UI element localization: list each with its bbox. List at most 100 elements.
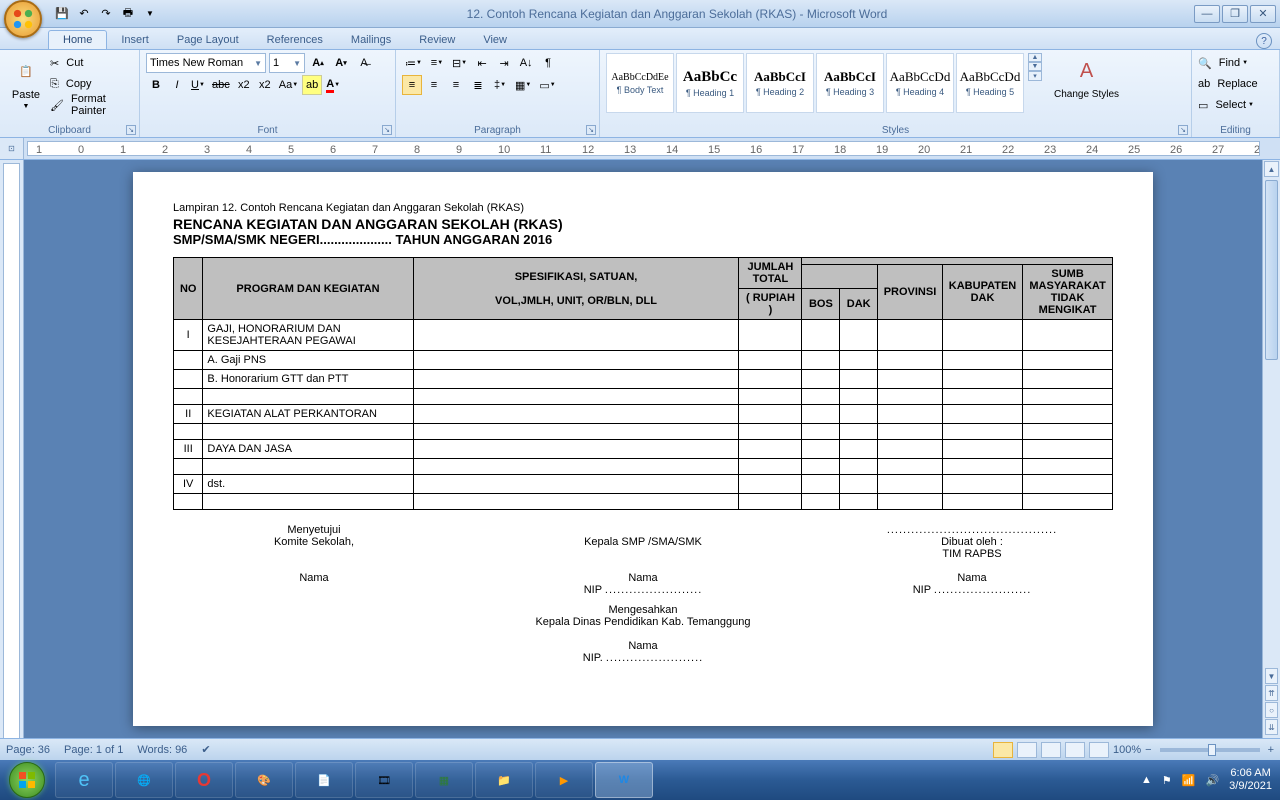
outline-view[interactable] bbox=[1065, 742, 1085, 758]
tab-mailings[interactable]: Mailings bbox=[337, 31, 405, 49]
document-area[interactable]: Lampiran 12. Contoh Rencana Kegiatan dan… bbox=[24, 160, 1262, 738]
prev-page-button[interactable]: ⇈ bbox=[1265, 685, 1278, 701]
draft-view[interactable] bbox=[1089, 742, 1109, 758]
font-color-button[interactable]: A▼ bbox=[323, 75, 343, 95]
tab-review[interactable]: Review bbox=[405, 31, 469, 49]
task-explorer[interactable]: 📁 bbox=[475, 762, 533, 798]
paste-button[interactable]: 📋 Paste ▼ bbox=[6, 53, 46, 112]
task-opera[interactable]: O bbox=[175, 762, 233, 798]
bold-button[interactable]: B bbox=[146, 75, 166, 95]
maximize-button[interactable]: ❐ bbox=[1222, 5, 1248, 23]
align-right-button[interactable]: ≡ bbox=[446, 75, 466, 95]
style-item-1[interactable]: AaBbCc¶ Heading 1 bbox=[676, 53, 744, 113]
tray-time[interactable]: 6:06 AM bbox=[1229, 767, 1272, 780]
task-chrome[interactable]: 🌐 bbox=[115, 762, 173, 798]
close-button[interactable]: ✕ bbox=[1250, 5, 1276, 23]
copy-button[interactable]: ⎘ Copy bbox=[50, 74, 133, 94]
style-item-3[interactable]: AaBbCcI¶ Heading 3 bbox=[816, 53, 884, 113]
style-gallery[interactable]: AaBbCcDdEe¶ Body TextAaBbCc¶ Heading 1Aa… bbox=[606, 53, 1024, 113]
zoom-slider[interactable] bbox=[1160, 748, 1260, 752]
style-item-0[interactable]: AaBbCcDdEe¶ Body Text bbox=[606, 53, 674, 113]
zoom-level[interactable]: 100% bbox=[1113, 744, 1141, 756]
zoom-out-button[interactable]: − bbox=[1145, 744, 1151, 756]
change-case-button[interactable]: Aa▼ bbox=[276, 75, 301, 95]
tray-expand-icon[interactable]: ▲ bbox=[1141, 774, 1152, 786]
status-page-of[interactable]: Page: 1 of 1 bbox=[64, 744, 123, 756]
flag-icon[interactable]: ⚑ bbox=[1162, 774, 1172, 787]
save-icon[interactable]: 💾 bbox=[52, 4, 72, 24]
align-left-button[interactable]: ≡ bbox=[402, 75, 422, 95]
task-media[interactable]: 🎞 bbox=[355, 762, 413, 798]
italic-button[interactable]: I bbox=[167, 75, 187, 95]
task-wmp[interactable]: ▶ bbox=[535, 762, 593, 798]
proofing-icon[interactable]: ✔ bbox=[201, 743, 210, 756]
tab-references[interactable]: References bbox=[253, 31, 337, 49]
tab-home[interactable]: Home bbox=[48, 30, 107, 49]
style-item-2[interactable]: AaBbCcI¶ Heading 2 bbox=[746, 53, 814, 113]
fullscreen-view[interactable] bbox=[1017, 742, 1037, 758]
highlight-button[interactable]: ab bbox=[302, 75, 322, 95]
style-scroll-up[interactable]: ▲ bbox=[1028, 53, 1042, 62]
task-word[interactable]: W bbox=[595, 762, 653, 798]
show-marks-button[interactable]: ¶ bbox=[538, 53, 558, 73]
web-layout-view[interactable] bbox=[1041, 742, 1061, 758]
clipboard-launcher[interactable]: ↘ bbox=[126, 125, 136, 135]
format-painter-button[interactable]: 🖌 Format Painter bbox=[50, 95, 133, 115]
task-excel[interactable]: ▦ bbox=[415, 762, 473, 798]
status-words[interactable]: Words: 96 bbox=[137, 744, 187, 756]
styles-launcher[interactable]: ↘ bbox=[1178, 125, 1188, 135]
undo-icon[interactable]: ↶ bbox=[74, 4, 94, 24]
task-paint[interactable]: 🎨 bbox=[235, 762, 293, 798]
help-button[interactable]: ? bbox=[1256, 33, 1272, 49]
indent-button[interactable]: ⇥ bbox=[494, 53, 514, 73]
line-spacing-button[interactable]: ‡▼ bbox=[490, 75, 510, 95]
outdent-button[interactable]: ⇤ bbox=[472, 53, 492, 73]
horizontal-ruler[interactable]: 1012345678910111213141516171819202122232… bbox=[27, 141, 1260, 156]
print-layout-view[interactable] bbox=[993, 742, 1013, 758]
style-scroll-down[interactable]: ▼ bbox=[1028, 62, 1042, 71]
clear-format-button[interactable]: A̶ bbox=[354, 53, 374, 73]
strike-button[interactable]: abc bbox=[209, 75, 233, 95]
replace-button[interactable]: ab Replace bbox=[1198, 74, 1258, 94]
zoom-thumb[interactable] bbox=[1208, 744, 1216, 756]
select-button[interactable]: ▭ Select▼ bbox=[1198, 95, 1258, 115]
office-button[interactable] bbox=[4, 0, 42, 38]
browse-object-button[interactable]: ○ bbox=[1265, 702, 1278, 718]
numbering-button[interactable]: ≡▼ bbox=[427, 53, 447, 73]
volume-icon[interactable]: 🔊 bbox=[1205, 774, 1219, 787]
change-styles-button[interactable]: A Change Styles bbox=[1050, 53, 1123, 102]
shrink-font-button[interactable]: A▾ bbox=[331, 53, 351, 73]
zoom-in-button[interactable]: + bbox=[1268, 744, 1274, 756]
ruler-toggle[interactable]: ⊡ bbox=[0, 138, 24, 159]
print-icon[interactable]: 🖶 bbox=[118, 4, 138, 24]
scroll-thumb[interactable] bbox=[1265, 180, 1278, 360]
start-button[interactable] bbox=[0, 760, 54, 800]
system-tray[interactable]: ▲ ⚑ 📶 🔊 6:06 AM 3/9/2021 bbox=[1133, 767, 1280, 793]
borders-button[interactable]: ▭▼ bbox=[536, 75, 558, 95]
style-item-4[interactable]: AaBbCcDd¶ Heading 4 bbox=[886, 53, 954, 113]
shading-button[interactable]: ▦▼ bbox=[512, 75, 534, 95]
underline-button[interactable]: U▼ bbox=[188, 75, 208, 95]
justify-button[interactable]: ≣ bbox=[468, 75, 488, 95]
font-size-combo[interactable]: 1▼ bbox=[269, 53, 305, 73]
task-ie[interactable]: e bbox=[55, 762, 113, 798]
bullets-button[interactable]: ≔▼ bbox=[402, 53, 425, 73]
sort-button[interactable]: A↓ bbox=[516, 53, 536, 73]
align-center-button[interactable]: ≡ bbox=[424, 75, 444, 95]
style-gallery-expand[interactable]: ▾ bbox=[1028, 71, 1042, 81]
vertical-scrollbar[interactable]: ▲ ▼ ⇈ ○ ⇊ bbox=[1262, 160, 1280, 738]
tray-date[interactable]: 3/9/2021 bbox=[1229, 780, 1272, 793]
minimize-button[interactable]: — bbox=[1194, 5, 1220, 23]
vertical-ruler[interactable] bbox=[0, 160, 24, 738]
subscript-button[interactable]: x2 bbox=[234, 75, 254, 95]
redo-icon[interactable]: ↷ bbox=[96, 4, 116, 24]
paragraph-launcher[interactable]: ↘ bbox=[586, 125, 596, 135]
font-name-combo[interactable]: Times New Roman▼ bbox=[146, 53, 266, 73]
scroll-up-button[interactable]: ▲ bbox=[1264, 161, 1279, 177]
font-launcher[interactable]: ↘ bbox=[382, 125, 392, 135]
cut-button[interactable]: ✂ Cut bbox=[50, 53, 133, 73]
find-button[interactable]: 🔍 Find▼ bbox=[1198, 53, 1258, 73]
qat-dropdown-icon[interactable]: ▼ bbox=[140, 4, 160, 24]
tab-pagelayout[interactable]: Page Layout bbox=[163, 31, 253, 49]
network-icon[interactable]: 📶 bbox=[1182, 774, 1196, 787]
